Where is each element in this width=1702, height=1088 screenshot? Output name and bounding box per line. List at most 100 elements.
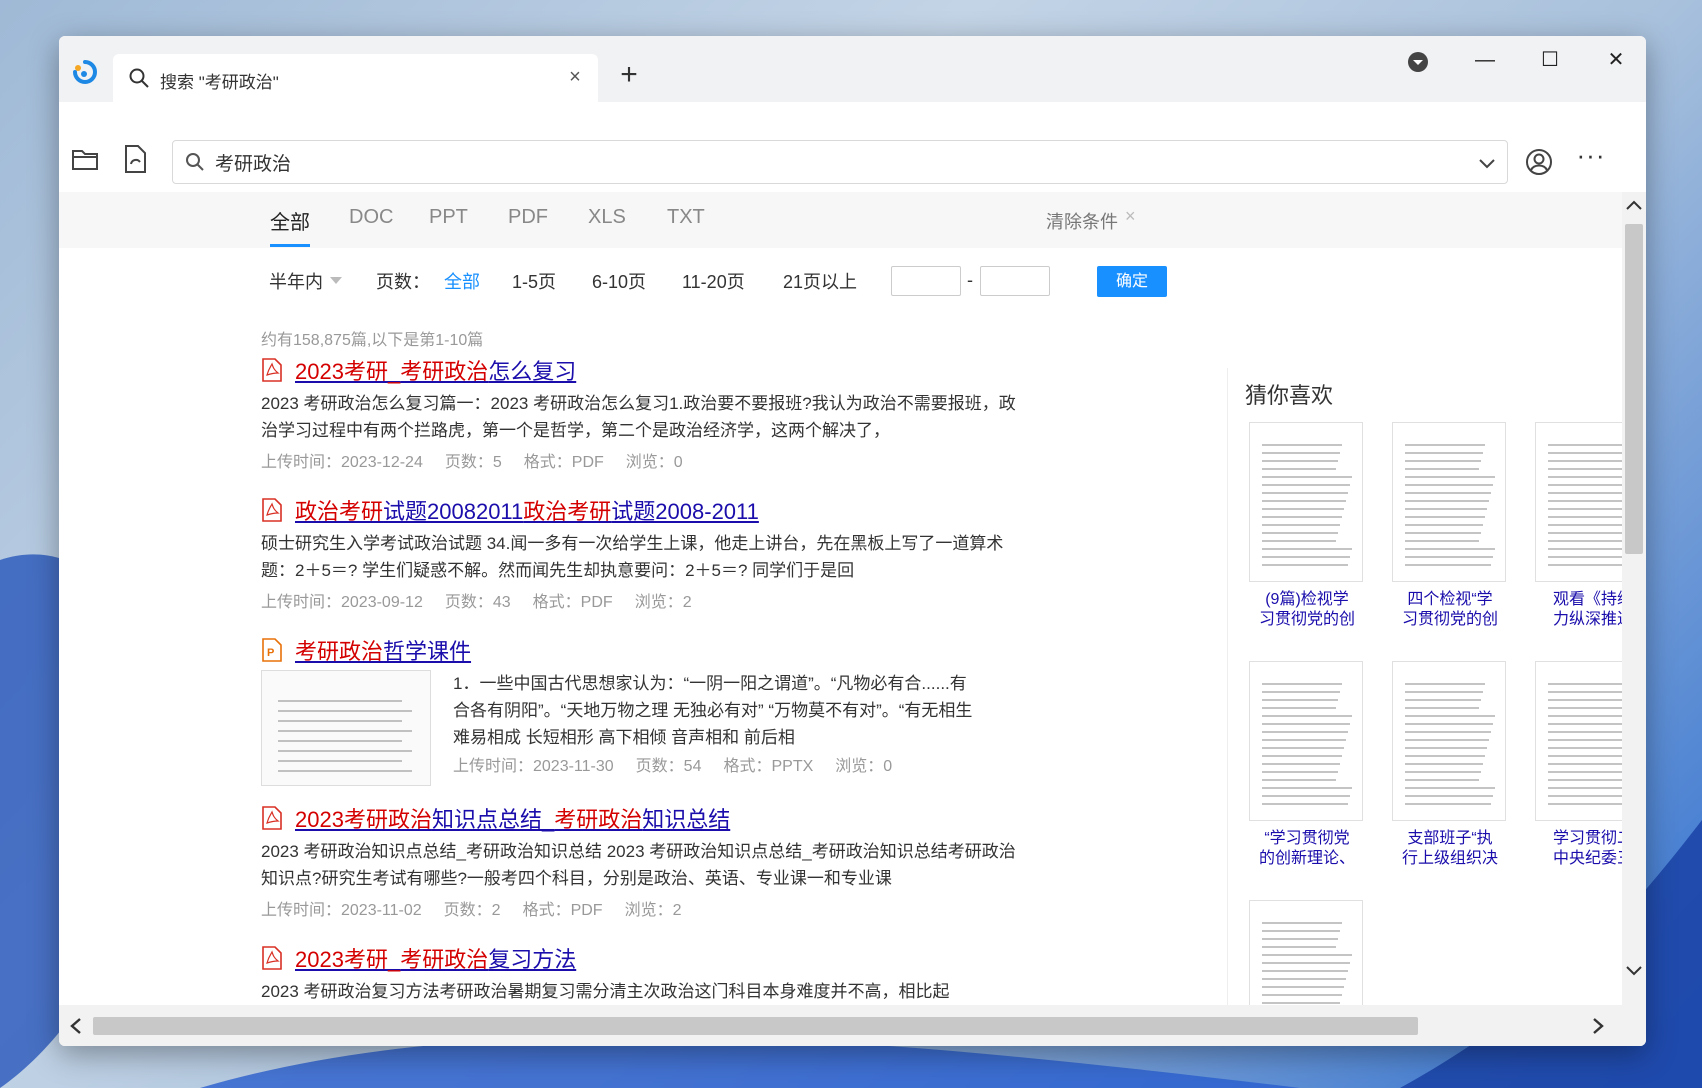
sidebar-divider [1227,368,1228,1005]
svg-text:P: P [267,647,274,659]
title-segment: 2023考研_ [295,947,401,972]
doc-thumbnail[interactable] [1535,661,1622,821]
result-meta: 上传时间：2023-11-02 页数：2 格式：PDF 浏览：2 [261,896,704,920]
search-input[interactable] [215,147,1445,177]
time-filter-dropdown[interactable]: 半年内 [269,268,323,294]
doc-thumbnail[interactable] [1392,661,1506,821]
doc-caption[interactable]: (9篇)检视学 习贯彻党的创 [1249,590,1365,632]
doc-caption[interactable]: 四个检视“学 习贯彻党的创 [1392,590,1508,632]
recommended-doc[interactable]: 支部班子“执 行上级组织决 [1392,661,1508,871]
recommended-doc[interactable]: 四个检视“学 习贯彻党的创 [1392,422,1508,632]
result-snippet: 2023 考研政治知识点总结_考研政治知识总结 2023 考研政治知识点总结_考… [261,842,1016,888]
title-segment: 考研政治 [400,947,489,972]
clear-conditions-button[interactable]: 清除条件 [1046,208,1118,234]
title-segment: 复习方法 [488,947,577,972]
clear-icon[interactable]: × [1125,206,1136,227]
title-segment: 试题20082011 [383,499,524,524]
meta-format: 格式：PDF [522,902,603,919]
result-item: P 考研政治哲学课件 1．一些中国古代思想家认为：“一阴一阳之谓道”。“凡物必有合.… [261,634,981,786]
result-meta: 上传时间：2023-12-24 页数：5 格式：PDF 浏览：0 [261,448,705,472]
title-segment: 考研政治 [400,359,489,384]
ppt-file-icon: P [261,638,283,662]
result-title-link[interactable]: 2023考研_考研政治怎么复习 [295,354,576,386]
meta-upload: 上传时间：2023-12-24 [261,454,423,471]
recommended-doc[interactable]: 观看《持续 力纵深推进 [1535,422,1622,632]
address-bar[interactable] [172,140,1508,184]
tab-xls[interactable]: XLS [588,206,626,229]
chevron-down-icon[interactable] [1477,153,1497,173]
doc-thumbnail[interactable] [1392,422,1506,582]
tab-ppt[interactable]: PPT [429,206,468,229]
scroll-right-icon[interactable] [1587,1015,1609,1037]
tab-doc[interactable]: DOC [349,206,393,229]
result-meta: 上传时间：2023-09-12 页数：43 格式：PDF 浏览：2 [261,588,714,612]
page-option-1-5[interactable]: 1-5页 [512,268,556,294]
result-item: 2023考研_考研政治怎么复习 2023 考研政治怎么复习篇一：2023 考研政治… [261,354,1016,494]
title-segment: 考研政治 [554,807,643,832]
vertical-scrollbar[interactable] [1622,192,1646,1005]
toolbar: ··· [59,36,1646,192]
recommended-doc[interactable]: “学习贯彻党 的创新理论、 [1249,661,1365,871]
doc-caption[interactable]: 观看《持续 力纵深推进 [1535,590,1622,632]
horizontal-scroll-thumb[interactable] [93,1017,1418,1035]
result-snippet: 硕士研究生入学考试政治试题 34.闻一多有一次给学生上课，他走上讲台，先在黑板上… [261,534,1004,580]
recommended-doc[interactable]: 学习贯彻二 中央纪委三 [1535,661,1622,871]
meta-pages: 页数：54 [635,758,702,775]
result-count: 约有158,875篇,以下是第1-10篇 [261,332,484,349]
title-segment: 政治考研 [523,499,612,524]
more-menu-icon[interactable]: ··· [1576,142,1606,174]
vertical-scroll-thumb[interactable] [1625,224,1643,554]
doc-thumbnail[interactable] [1249,900,1363,1005]
scroll-up-icon[interactable] [1624,196,1644,216]
result-snippet: 2023 考研政治怎么复习篇一：2023 考研政治怎么复习1.政治要不要报班?我… [261,394,1016,440]
doc-thumbnail[interactable] [1535,422,1622,582]
title-segment: 知识总结 [642,807,731,832]
doc-thumbnail[interactable] [1249,661,1363,821]
meta-format: 格式：PDF [523,454,604,471]
meta-format: 格式：PPTX [723,758,814,775]
result-title-link[interactable]: 2023考研_考研政治复习方法 [295,942,576,974]
confirm-button[interactable]: 确定 [1097,266,1167,297]
result-item: 政治考研试题20082011政治考研试题2008-2011 硕士研究生入学考试政治… [261,494,1003,634]
pdf-file-icon [261,358,283,382]
active-tab-indicator [270,244,310,247]
doc-thumbnail[interactable] [1249,422,1363,582]
page-option-6-10[interactable]: 6-10页 [592,268,646,294]
document-icon[interactable] [121,144,149,174]
sidebar-title: 猜你喜欢 [1245,383,1334,408]
result-snippet: 2023 考研政治复习方法考研政治暑期复习需分清主次政治这门科目本身难度并不高，… [261,982,950,1001]
page-min-input[interactable] [891,266,961,296]
title-segment: 2023考研_ [295,359,401,384]
result-title-link[interactable]: 政治考研试题20082011政治考研试题2008-2011 [295,494,759,526]
recommended-doc[interactable] [1249,900,1365,1005]
horizontal-scrollbar[interactable] [59,1005,1646,1046]
result-title-link[interactable]: 2023考研政治知识点总结_考研政治知识总结 [295,802,730,834]
doc-caption[interactable]: 支部班子“执 行上级组织决 [1392,829,1508,871]
caret-down-icon[interactable] [329,276,343,286]
result-meta: 上传时间：2023-11-30 页数：54 格式：PPTX 浏览：0 [453,752,914,776]
user-icon[interactable] [1525,148,1553,176]
page-option-21-plus[interactable]: 21页以上 [783,268,857,294]
meta-pages: 页数：2 [443,902,501,919]
meta-views: 浏览：2 [624,902,682,919]
page-option-all[interactable]: 全部 [444,268,480,294]
page-max-input[interactable] [980,266,1050,296]
page-count-label: 页数： [376,272,430,292]
scroll-down-icon[interactable] [1624,960,1644,980]
recommended-doc[interactable]: (9篇)检视学 习贯彻党的创 [1249,422,1365,632]
doc-caption[interactable]: “学习贯彻党 的创新理论、 [1249,829,1365,871]
doc-caption[interactable]: 学习贯彻二 中央纪委三 [1535,829,1622,871]
folder-icon[interactable] [71,146,99,172]
title-segment: 知识点总结_ [431,807,555,832]
slide-thumbnail[interactable] [261,670,431,786]
result-snippet: 1．一些中国古代思想家认为：“一阴一阳之谓道”。“凡物必有合......有合各有… [453,674,973,747]
tab-txt[interactable]: TXT [667,206,705,229]
page-option-11-20[interactable]: 11-20页 [682,268,745,294]
meta-upload: 上传时间：2023-11-30 [453,758,614,775]
result-title-link[interactable]: 考研政治哲学课件 [295,634,471,666]
tab-all[interactable]: 全部 [270,206,310,235]
scroll-left-icon[interactable] [65,1015,87,1037]
meta-upload: 上传时间：2023-11-02 [261,902,422,919]
pdf-file-icon [261,498,283,522]
tab-pdf[interactable]: PDF [508,206,548,229]
